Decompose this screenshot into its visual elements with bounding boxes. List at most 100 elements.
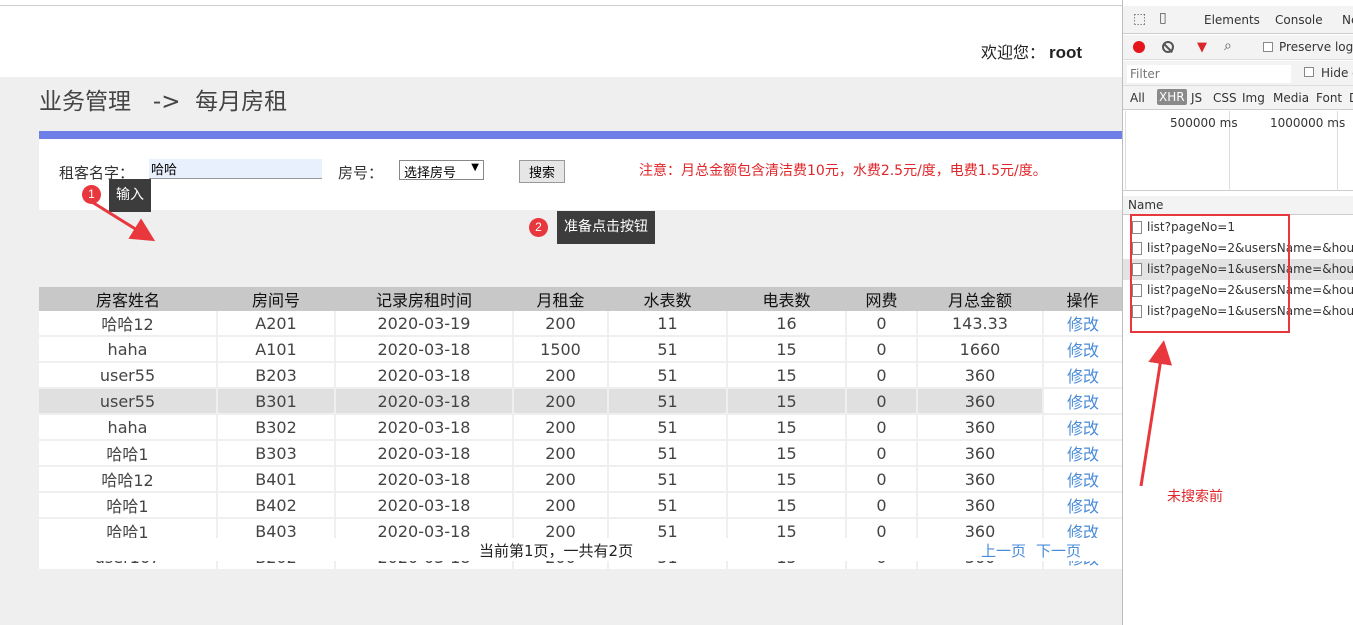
table-cell: 1500: [513, 336, 609, 363]
type-font[interactable]: Font: [1316, 91, 1342, 105]
room-select[interactable]: 选择房号 ▼: [399, 160, 484, 181]
table-cell: 200: [513, 440, 609, 467]
clear-icon[interactable]: [1162, 41, 1174, 53]
device-toggle-icon[interactable]: ▯: [1159, 10, 1167, 26]
type-js[interactable]: JS: [1191, 91, 1202, 105]
hide-label: Hide c: [1321, 66, 1353, 80]
edit-link[interactable]: 修改: [1043, 336, 1122, 363]
welcome-text: 欢迎您： root: [981, 39, 1082, 63]
table-cell: 360: [917, 388, 1044, 415]
filter-input[interactable]: [1127, 65, 1291, 83]
table-cell: 0: [846, 388, 918, 415]
table-cell: 15: [727, 492, 847, 519]
hide-data-urls-checkbox[interactable]: [1304, 67, 1314, 77]
edit-link[interactable]: 修改: [1043, 362, 1122, 389]
type-media[interactable]: Media: [1273, 91, 1309, 105]
table-cell: 哈哈1: [39, 492, 218, 519]
edit-link[interactable]: 修改: [1043, 492, 1122, 519]
devtools-tab-bar: ⬚ ▯ Elements Console Ne: [1123, 6, 1353, 34]
page-header: 欢迎您： root: [0, 7, 1122, 77]
table-cell: haha: [39, 414, 218, 441]
table-cell: 200: [513, 492, 609, 519]
table-cell: 哈哈1: [39, 440, 218, 467]
network-timeline: 500000 ms 1000000 ms: [1123, 111, 1353, 191]
table-cell: 0: [846, 414, 918, 441]
table-cell: 16: [727, 311, 847, 337]
preserve-log-checkbox[interactable]: [1263, 42, 1273, 52]
resource-type-filters: All XHR JS CSS Img Media Font D: [1123, 86, 1353, 110]
tenant-name-input[interactable]: [149, 159, 322, 179]
table-cell: haha: [39, 336, 218, 363]
table-cell: user55: [39, 388, 218, 415]
record-icon[interactable]: [1133, 41, 1145, 53]
next-page-link[interactable]: 下一页: [1036, 540, 1081, 561]
table-cell: 2020-03-18: [335, 336, 514, 363]
type-doc[interactable]: D: [1349, 91, 1353, 105]
prev-page-link[interactable]: 上一页: [981, 540, 1026, 561]
highlight-box: [1130, 214, 1290, 333]
table-cell: B302: [217, 414, 336, 441]
step2-badge: 2: [529, 218, 548, 237]
table-cell: 15: [727, 440, 847, 467]
table-cell: 15: [727, 362, 847, 389]
type-all[interactable]: All: [1130, 91, 1145, 105]
username: root: [1048, 43, 1082, 62]
search-button[interactable]: 搜索: [519, 160, 565, 183]
step2-tooltip: 准备点击按钮: [557, 211, 655, 244]
annotation-note: 未搜索前: [1167, 489, 1223, 505]
column-header: 电表数: [727, 287, 846, 311]
table-cell: 2020-03-18: [335, 492, 514, 519]
type-css[interactable]: CSS: [1213, 91, 1237, 105]
table-cell: B203: [217, 362, 336, 389]
table-cell: 哈哈12: [39, 311, 218, 337]
column-header: 房客姓名: [39, 287, 217, 311]
search-icon[interactable]: ⌕: [1224, 38, 1232, 54]
type-img[interactable]: Img: [1242, 91, 1265, 105]
column-header: 记录房租时间: [335, 287, 513, 311]
edit-link[interactable]: 修改: [1043, 466, 1122, 493]
filter-row: Hide c: [1123, 61, 1353, 86]
type-xhr[interactable]: XHR: [1157, 89, 1187, 105]
table-cell: 51: [608, 466, 728, 493]
edit-link[interactable]: 修改: [1043, 414, 1122, 441]
inspect-icon[interactable]: ⬚: [1133, 11, 1146, 27]
table-cell: 15: [727, 336, 847, 363]
edit-link[interactable]: 修改: [1043, 311, 1122, 337]
edit-link[interactable]: 修改: [1043, 388, 1122, 415]
table-cell: 360: [917, 492, 1044, 519]
edit-link[interactable]: 修改: [1043, 440, 1122, 467]
column-header: 月总金额: [917, 287, 1043, 311]
table-cell: 51: [608, 414, 728, 441]
table-cell: B402: [217, 492, 336, 519]
table-cell: 200: [513, 362, 609, 389]
table-row: 哈哈12 B401 2020-03-18 200 51 15 0 360 修改: [39, 466, 1122, 493]
tab-console[interactable]: Console: [1275, 13, 1323, 27]
table-cell: user55: [39, 362, 218, 389]
table-header: 房客姓名 房间号 记录房租时间 月租金 水表数 电表数 网费 月总金额 操作: [39, 287, 1122, 311]
filter-icon[interactable]: ▼: [1197, 40, 1207, 55]
column-header: 操作: [1043, 287, 1122, 311]
table-cell: 360: [917, 362, 1044, 389]
column-header: 网费: [846, 287, 917, 311]
title-divider: [39, 131, 1122, 139]
table-cell: 15: [727, 466, 847, 493]
table-cell: 143.33: [917, 311, 1044, 337]
top-border: [0, 0, 1122, 6]
tab-elements[interactable]: Elements: [1204, 13, 1260, 27]
name-column-header[interactable]: Name: [1123, 196, 1353, 215]
page-title: 业务管理 -> 每月房租: [39, 89, 288, 115]
table-cell: 200: [513, 388, 609, 415]
table-cell: 2020-03-18: [335, 388, 514, 415]
rent-table: 房客姓名 房间号 记录房租时间 月租金 水表数 电表数 网费 月总金额 操作 哈哈12 A201 2…: [39, 287, 1122, 571]
table-cell: 51: [608, 336, 728, 363]
chevron-down-icon: ▼: [471, 162, 479, 173]
table-cell: B401: [217, 466, 336, 493]
tab-network[interactable]: Ne: [1342, 13, 1353, 27]
table-cell: 200: [513, 466, 609, 493]
table-row: 哈哈1 B402 2020-03-18 200 51 15 0 360 修改: [39, 492, 1122, 519]
table-cell: B301: [217, 388, 336, 415]
room-label: 房号：: [338, 164, 384, 182]
table-cell: 15: [727, 388, 847, 415]
search-panel: 租客名字： 房号： 选择房号▼ 搜索 注意：月总金额包含清洁费10元，水费2.5…: [39, 139, 1122, 210]
table-row: haha B302 2020-03-18 200 51 15 0 360 修改: [39, 414, 1122, 441]
